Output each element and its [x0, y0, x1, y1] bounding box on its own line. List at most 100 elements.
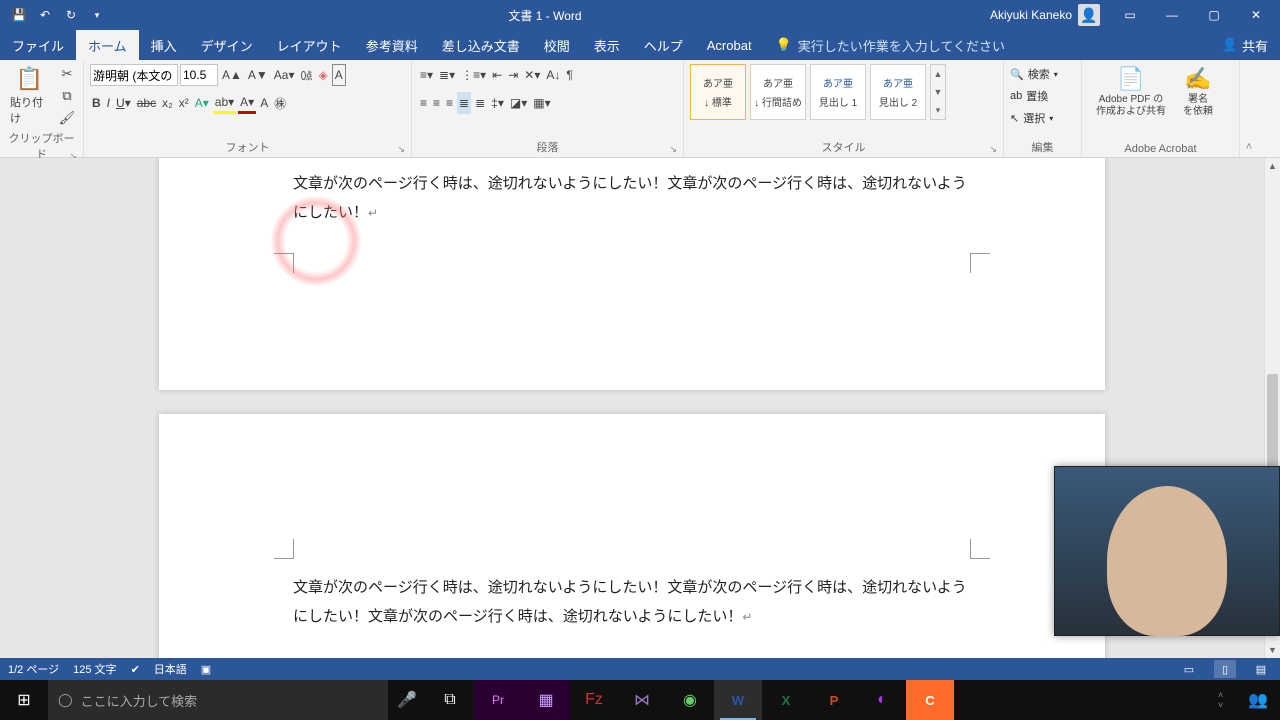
tab-file[interactable]: ファイル — [0, 30, 76, 60]
share-button[interactable]: 👤 共有 — [1210, 30, 1280, 60]
taskbar-search[interactable]: ◯ ここに入力して検索 — [48, 680, 388, 720]
enclose-icon[interactable]: ㊑ — [272, 92, 288, 114]
font-name-select[interactable] — [90, 64, 178, 86]
find-button[interactable]: 🔍検索▾ — [1010, 64, 1058, 84]
para-launcher-icon[interactable]: ↘ — [669, 144, 677, 155]
page-count-label[interactable]: 1/2 ページ — [8, 661, 59, 677]
cut-icon[interactable]: ✂ — [57, 64, 77, 84]
line-spacing-icon[interactable]: ‡▾ — [489, 92, 506, 114]
styles-more-icon[interactable]: ▾ — [931, 101, 945, 119]
filezilla-icon[interactable]: Fz — [570, 680, 618, 720]
copy-icon[interactable]: ⧉ — [57, 86, 77, 106]
user-account[interactable]: Akiyuki Kaneko 👤 — [982, 4, 1108, 26]
paragraph-text-2[interactable]: 文章が次のページ行く時は、途切れないようにしたい！文章が次のページ行く時は、途切… — [293, 579, 967, 625]
tab-insert[interactable]: 挿入 — [139, 30, 189, 60]
tab-layout[interactable]: レイアウト — [265, 30, 354, 60]
media-encoder-icon[interactable]: ▦ — [522, 680, 570, 720]
multilevel-list-icon[interactable]: ⋮≡▾ — [459, 64, 488, 86]
powerpoint-taskbar-icon[interactable]: P — [810, 680, 858, 720]
macro-icon[interactable]: ▣ — [201, 663, 211, 676]
request-sign-button[interactable]: ✍ 署名 を依頼 — [1178, 64, 1218, 120]
tab-help[interactable]: ヘルプ — [632, 30, 695, 60]
tab-view[interactable]: 表示 — [582, 30, 632, 60]
align-left-icon[interactable]: ≡ — [418, 92, 429, 114]
scroll-down-icon[interactable]: ▼ — [1265, 642, 1280, 658]
mic-icon[interactable]: 🎤 — [388, 690, 426, 710]
subscript-button[interactable]: x₂ — [160, 92, 175, 114]
camtasia-icon[interactable]: C — [906, 680, 954, 720]
chatwork-icon[interactable]: ◉ — [666, 680, 714, 720]
maximize-button[interactable]: ▢ — [1194, 0, 1234, 30]
start-button[interactable]: ⊞ — [0, 680, 48, 720]
styles-launcher-icon[interactable]: ↘ — [989, 144, 997, 155]
bold-button[interactable]: B — [90, 92, 103, 114]
select-button[interactable]: ↖選択▾ — [1010, 108, 1053, 128]
excel-taskbar-icon[interactable]: X — [762, 680, 810, 720]
justify-icon[interactable]: ≣ — [457, 92, 471, 114]
phonetic-guide-icon[interactable]: ㍘ — [298, 64, 314, 86]
print-layout-icon[interactable]: ▯ — [1214, 660, 1236, 678]
visual-studio-icon[interactable]: ⋈ — [618, 680, 666, 720]
show-marks-icon[interactable]: ¶ — [564, 64, 574, 86]
page-2[interactable]: 文章が次のページ行く時は、途切れないようにしたい！文章が次のページ行く時は、途切… — [159, 414, 1105, 658]
word-count-label[interactable]: 125 文字 — [73, 661, 116, 677]
style-heading1[interactable]: あア亜 見出し 1 — [810, 64, 866, 120]
align-center-icon[interactable]: ≡ — [431, 92, 442, 114]
style-no-spacing[interactable]: あア亜 ↓ 行間詰め — [750, 64, 806, 120]
grow-font-icon[interactable]: A▲ — [220, 64, 244, 86]
paragraph-text-1[interactable]: 文章が次のページ行く時は、途切れないようにしたい！文章が次のページ行く時は、途切… — [293, 175, 967, 221]
underline-button[interactable]: U▾ — [114, 92, 133, 114]
premiere-icon[interactable]: Pr — [474, 680, 522, 720]
show-hidden-icons[interactable]: ˄˅ — [1218, 690, 1236, 710]
style-normal[interactable]: あア亜 ↓ 標準 — [690, 64, 746, 120]
collapse-ribbon-icon[interactable]: ˄ — [1240, 60, 1258, 157]
decrease-indent-icon[interactable]: ⇤ — [490, 64, 504, 86]
format-painter-icon[interactable]: 🖌 — [57, 108, 77, 128]
tab-home[interactable]: ホーム — [76, 30, 139, 60]
increase-indent-icon[interactable]: ⇥ — [506, 64, 520, 86]
web-layout-icon[interactable]: ▤ — [1250, 660, 1272, 678]
people-icon[interactable]: 👥 — [1236, 690, 1280, 710]
styles-scroll[interactable]: ▲ ▼ ▾ — [930, 64, 946, 120]
styles-down-icon[interactable]: ▼ — [931, 83, 945, 101]
enclose-characters-icon[interactable]: A — [332, 64, 346, 86]
borders-icon[interactable]: ▦▾ — [531, 92, 552, 114]
page-1[interactable]: 文章が次のページ行く時は、途切れないようにしたい！文章が次のページ行く時は、途切… — [159, 158, 1105, 390]
task-view-icon[interactable]: ⧉ — [426, 680, 474, 720]
spellcheck-icon[interactable]: ✔ — [131, 663, 140, 676]
language-label[interactable]: 日本語 — [154, 661, 187, 677]
app-icon-purple[interactable]: ◐ — [858, 680, 906, 720]
highlight-color-icon[interactable]: ab▾ — [213, 92, 236, 114]
tab-design[interactable]: デザイン — [189, 30, 265, 60]
sort-icon[interactable]: A↓ — [544, 64, 562, 86]
undo-icon[interactable]: ↶ — [34, 4, 56, 26]
align-right-icon[interactable]: ≡ — [444, 92, 455, 114]
font-size-select[interactable] — [180, 64, 218, 86]
font-color-icon[interactable]: A▾ — [238, 92, 256, 114]
shading-icon[interactable]: ◪▾ — [508, 92, 529, 114]
style-heading2[interactable]: あア亜 見出し 2 — [870, 64, 926, 120]
numbering-icon[interactable]: ≣▾ — [437, 64, 457, 86]
character-shading-icon[interactable]: A — [258, 92, 270, 114]
clear-formatting-icon[interactable]: ◈ — [317, 64, 330, 86]
redo-icon[interactable]: ↻ — [60, 4, 82, 26]
tab-acrobat[interactable]: Acrobat — [695, 30, 764, 60]
tab-review[interactable]: 校閲 — [532, 30, 582, 60]
create-pdf-button[interactable]: 📄 Adobe PDF の 作成および共有 — [1088, 64, 1174, 120]
shrink-font-icon[interactable]: A▼ — [246, 64, 270, 86]
tab-references[interactable]: 参考資料 — [354, 30, 430, 60]
word-taskbar-icon[interactable]: W — [714, 680, 762, 720]
font-launcher-icon[interactable]: ↘ — [397, 144, 405, 155]
strikethrough-button[interactable]: abc — [135, 92, 158, 114]
tab-mailings[interactable]: 差し込み文書 — [430, 30, 532, 60]
ribbon-display-icon[interactable]: ▭ — [1110, 0, 1150, 30]
save-icon[interactable]: 💾 — [8, 4, 30, 26]
close-button[interactable]: ✕ — [1236, 0, 1276, 30]
paste-button[interactable]: 📋 貼り付け — [6, 64, 53, 128]
scroll-up-icon[interactable]: ▲ — [1265, 158, 1280, 174]
read-mode-icon[interactable]: ▭ — [1178, 660, 1200, 678]
asian-layout-icon[interactable]: ✕▾ — [522, 64, 542, 86]
styles-up-icon[interactable]: ▲ — [931, 65, 945, 83]
superscript-button[interactable]: x² — [177, 92, 191, 114]
distribute-icon[interactable]: ≣ — [473, 92, 487, 114]
